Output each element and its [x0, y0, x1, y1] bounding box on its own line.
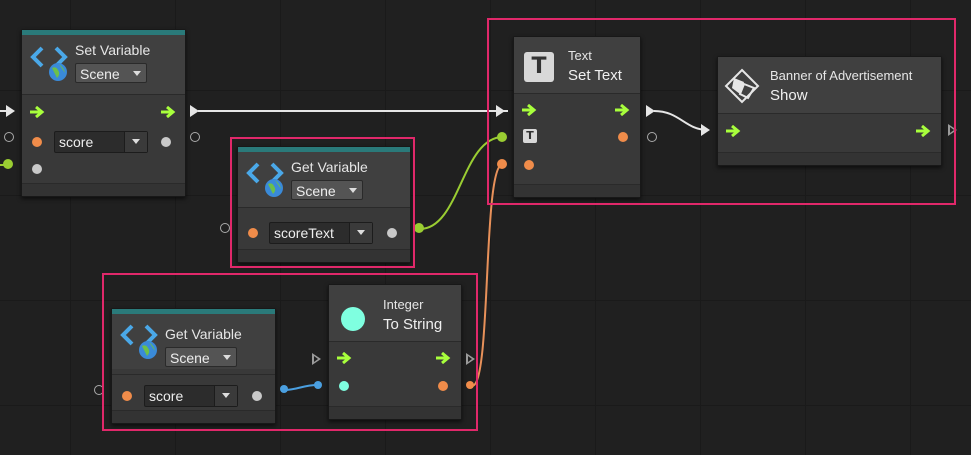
node-title: Set Variable	[75, 42, 151, 58]
code-brackets-globe-icon	[30, 46, 68, 81]
value-output-ring[interactable]	[190, 132, 200, 142]
scope-dropdown[interactable]: Scene	[75, 63, 147, 83]
flow-output-triangle[interactable]	[190, 105, 199, 117]
variable-name-field[interactable]: score	[54, 131, 148, 153]
flow-input-arrow-icon[interactable]	[30, 106, 46, 118]
object-input-port[interactable]	[32, 164, 42, 174]
flow-input-triangle-left[interactable]	[6, 105, 15, 117]
value-input-port[interactable]	[32, 137, 42, 147]
value-input-ring-left[interactable]	[4, 132, 14, 142]
variable-name-value: score	[59, 134, 94, 150]
variable-dropdown-button[interactable]	[124, 132, 147, 152]
scope-dropdown-label: Scene	[80, 66, 120, 82]
highlight-get-scoretext	[230, 137, 415, 268]
chevron-down-icon	[132, 139, 140, 144]
node-header[interactable]: Set Variable Scene	[22, 35, 185, 94]
object-input-connected-port[interactable]	[3, 159, 13, 169]
value-output-connected-port[interactable]	[414, 223, 424, 233]
set-variable-node[interactable]: Set Variable Scene score	[21, 29, 186, 197]
node-body: score	[22, 94, 185, 183]
value-output-port[interactable]	[161, 137, 171, 147]
highlight-set-text-group	[487, 18, 956, 205]
node-footer	[22, 183, 185, 196]
flow-output-arrow-icon[interactable]	[161, 106, 177, 118]
highlight-score-to-string	[102, 273, 478, 431]
name-input-ring[interactable]	[220, 223, 230, 233]
chevron-down-icon	[133, 71, 141, 76]
